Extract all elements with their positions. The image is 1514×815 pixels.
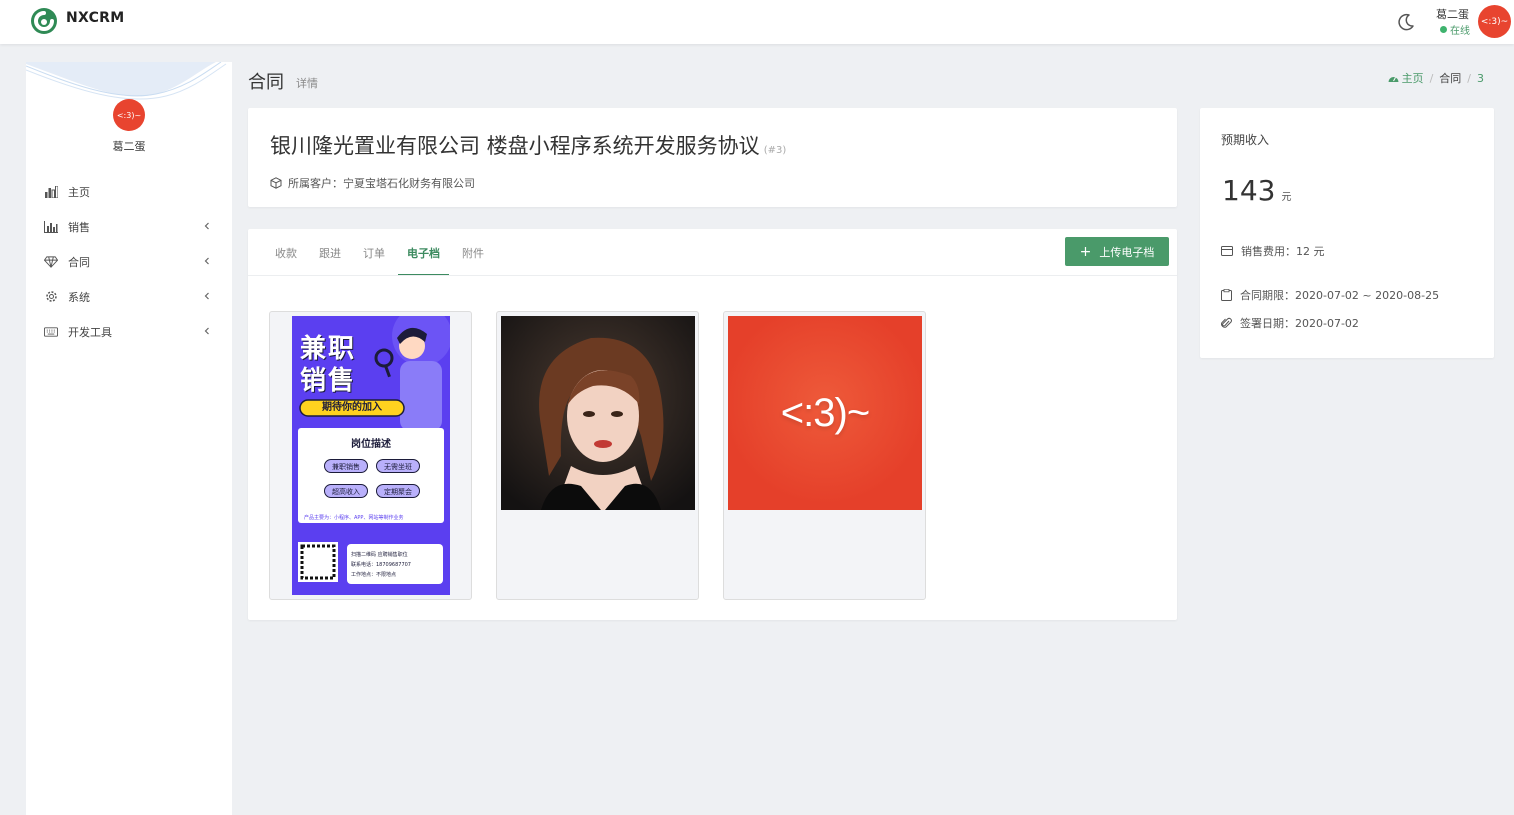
column-chart-icon [44,220,58,234]
tab-e-documents[interactable]: 电子档 [396,229,451,276]
poster-section-title: 岗位描述 [351,439,391,450]
logo-icon[interactable] [30,7,58,35]
poster-contact-line: 工作地点：不限地点 [351,572,397,578]
poster-pill: 兼职销售 [324,459,368,473]
revenue-info-card: 预期收入 143 元 销售费用： 12 元 合同期限： 2020-07-02 ~ 20… [1200,108,1494,358]
sales-cost-row: 销售费用： 12 元 [1221,243,1325,259]
sidebar-item-label: 主页 [68,185,90,199]
contract-period-label: 合同期限： [1240,289,1295,302]
document-thumbnail[interactable]: 兼职 销售 期待你的加入 岗位描述 兼职销售 无需坐班 超高收入 定期聚会 产品… [269,311,472,600]
sidebar-item-dev-tools[interactable]: 开发工具 [26,314,232,349]
expected-income-label: 预期收入 [1221,133,1270,147]
contract-period-value: 2020-07-02 ~ 2020-08-25 [1295,288,1440,302]
expected-income-value: 143 元 [1222,174,1291,207]
tab-orders[interactable]: 订单 [352,229,396,276]
brand-name[interactable]: NXCRM [66,10,125,26]
client-name[interactable]: 宁夏宝塔石化财务有限公司 [343,175,475,191]
contract-id: (#3) [763,145,787,156]
sidebar-item-label: 系统 [68,290,90,304]
breadcrumb-separator: / [1467,71,1471,85]
breadcrumb-separator: / [1429,71,1434,85]
breadcrumb: 主页 / 合同 / 3 [1388,70,1484,86]
sidebar: <:3)~ 葛二蛋 主页 销售 合同 系统 开发工具 [26,62,232,815]
poster-contact-line: 扫描二维码 应聘销售职位 [351,552,408,558]
page-title: 合同 [248,72,284,93]
sign-date-value: 2020-07-02 [1295,316,1359,330]
sidebar-item-contract[interactable]: 合同 [26,244,232,279]
poster-pill: 无需坐班 [376,459,420,473]
poster-banner: 期待你的加入 [322,402,382,413]
emoticon-text: <:3)~ [780,390,870,435]
breadcrumb-home-label: 主页 [1401,72,1424,85]
document-thumbnails: 兼职 销售 期待你的加入 岗位描述 兼职销售 无需坐班 超高收入 定期聚会 产品… [269,311,926,600]
user-avatar[interactable]: <:3)~ [1478,5,1511,38]
chevron-left-icon [204,257,209,265]
upload-button-label: 上传电子档 [1099,245,1155,259]
document-thumbnail[interactable] [496,311,699,600]
client-label: 所属客户： [288,177,343,190]
sales-cost-value: 12 元 [1296,245,1325,258]
document-thumbnail[interactable]: <:3)~ [723,311,926,600]
cube-icon [270,177,282,189]
dashboard-icon [1388,77,1399,82]
sidebar-wave-decoration [26,62,227,100]
contract-title: 银川隆光置业有限公司 楼盘小程序系统开发服务协议 (#3) [270,130,786,160]
user-status-text: 在线 [1450,26,1470,37]
chevron-left-icon [204,292,209,300]
sidebar-item-sales[interactable]: 销售 [26,209,232,244]
top-bar: NXCRM 葛二蛋 在线 <:3)~ [0,0,1514,44]
portrait-photo [501,316,695,510]
dark-mode-icon[interactable] [1396,12,1416,32]
poster-note: 产品主要为：小程序、APP、网站等制作业务 [304,515,404,521]
sidebar-user-name: 葛二蛋 [112,140,146,153]
chevron-left-icon [204,222,209,230]
credit-card-icon [1221,246,1233,256]
page-subtitle: 详情 [296,77,318,90]
user-status: 在线 [1440,22,1470,37]
bar-chart-icon [44,185,58,199]
sidebar-avatar[interactable]: <:3)~ [113,99,145,131]
breadcrumb-current: 3 [1477,71,1484,85]
clipboard-icon [1221,289,1232,301]
paperclip-icon [1221,317,1232,328]
client-line: 所属客户： 宁夏宝塔石化财务有限公司 [270,175,475,191]
contract-title-card: 银川隆光置业有限公司 楼盘小程序系统开发服务协议 (#3) 所属客户： 宁夏宝塔石化… [248,108,1177,207]
keyboard-icon [44,325,58,339]
sidebar-item-label: 开发工具 [68,325,112,339]
contract-title-text: 银川隆光置业有限公司 楼盘小程序系统开发服务协议 [270,134,760,158]
expected-income-number: 143 [1222,174,1276,207]
tab-bar: 收款 跟进 订单 电子档 附件 [264,229,495,276]
breadcrumb-home[interactable]: 主页 [1388,70,1424,86]
portrait-graphics [501,316,695,510]
sign-date-label: 签署日期： [1240,317,1295,330]
sign-date-row: 签署日期： 2020-07-02 [1221,315,1359,331]
poster-title-line2: 销售 [300,366,357,396]
tabs-card: 收款 跟进 订单 电子档 附件 + 上传电子档 兼职 销售 期待你的加入 岗位描… [248,229,1177,620]
expected-income-unit: 元 [1281,192,1292,203]
recruitment-poster-image: 兼职 销售 期待你的加入 岗位描述 兼职销售 无需坐班 超高收入 定期聚会 产品… [292,316,450,595]
chevron-left-icon [204,327,209,335]
plus-icon: + [1079,243,1092,260]
breadcrumb-section[interactable]: 合同 [1439,70,1461,86]
diamond-icon [44,255,58,269]
contract-period-row: 合同期限： 2020-07-02 ~ 2020-08-25 [1221,287,1439,303]
upload-e-document-button[interactable]: + 上传电子档 [1065,237,1169,266]
tab-attachments[interactable]: 附件 [451,229,495,276]
sales-cost-label: 销售费用： [1241,245,1296,258]
poster-pill: 超高收入 [324,484,368,498]
tab-divider [248,275,1177,276]
gear-icon [44,290,58,304]
sidebar-item-label: 销售 [68,220,90,234]
poster-contact-line: 联系电话：18709687707 [351,562,411,568]
tab-followup[interactable]: 跟进 [308,229,352,276]
emoticon-image: <:3)~ [728,316,922,510]
online-dot-icon [1440,26,1447,33]
sidebar-item-home[interactable]: 主页 [26,174,232,209]
user-name[interactable]: 葛二蛋 [1436,6,1469,22]
tab-payments[interactable]: 收款 [264,229,308,276]
sidebar-item-label: 合同 [68,255,90,269]
poster-pill: 定期聚会 [376,484,420,498]
sidebar-item-system[interactable]: 系统 [26,279,232,314]
sidebar-nav: 主页 销售 合同 系统 开发工具 [26,174,232,349]
